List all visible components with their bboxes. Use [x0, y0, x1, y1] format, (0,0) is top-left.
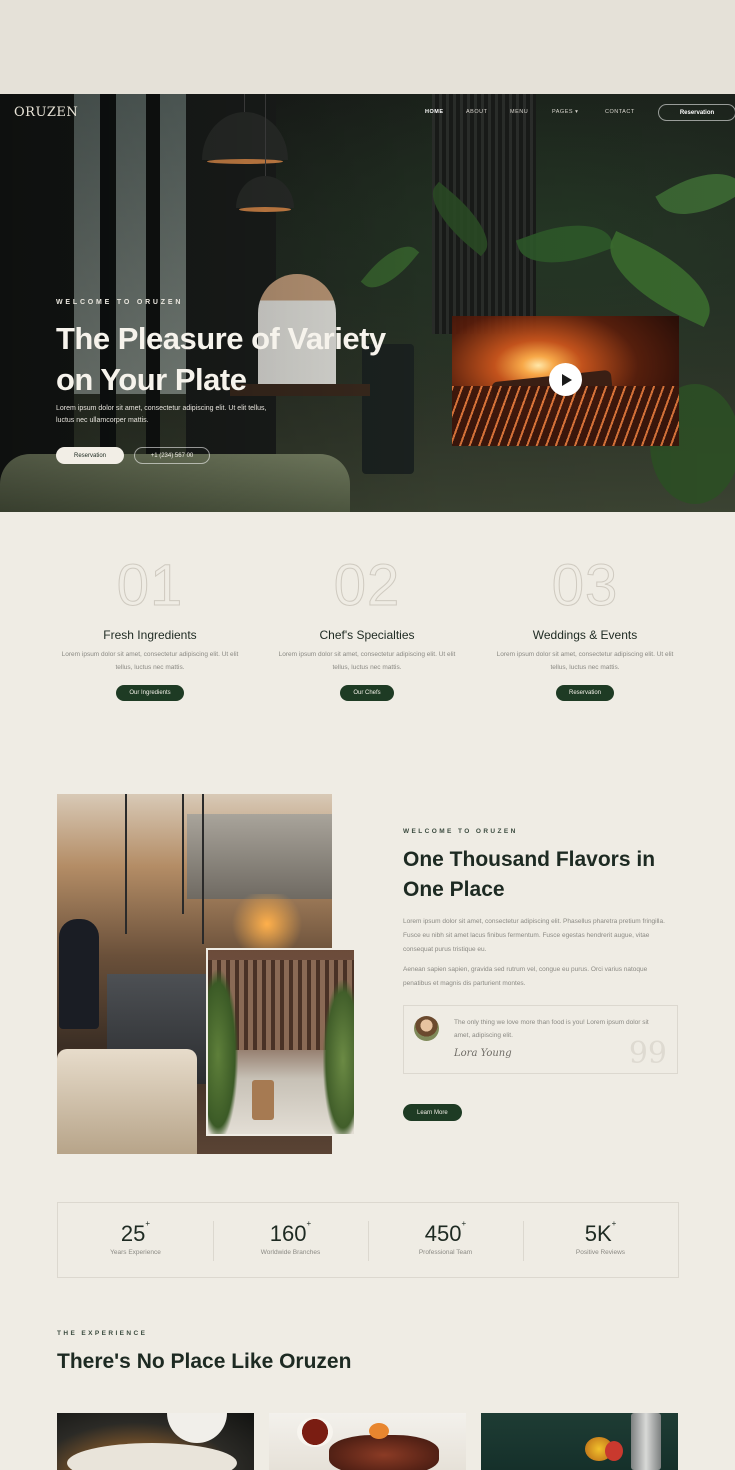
stat-item: 160+ Worldwide Branches [213, 1203, 368, 1277]
garnish [369, 1423, 389, 1439]
plate [67, 1443, 237, 1470]
stat-label: Years Experience [110, 1249, 161, 1256]
grilled-meat [329, 1435, 439, 1470]
stat-label: Worldwide Branches [260, 1249, 321, 1256]
video-thumbnail[interactable] [452, 316, 679, 446]
nav-item-about[interactable]: ABOUT [466, 109, 487, 115]
experience-card-photo[interactable] [57, 1413, 254, 1470]
hero-section: ORUZEN HOME ABOUT MENU PAGES ▾ CONTACT R… [0, 94, 735, 512]
feature-number: 02 [333, 553, 401, 618]
top-band [0, 0, 735, 94]
chair [252, 1080, 274, 1120]
about-paragraph: Aenean sapien sapien, gravida sed rutrum… [403, 966, 648, 987]
cocktail-shaker [631, 1413, 661, 1470]
fruit [605, 1441, 623, 1461]
experience-eyebrow: THE EXPERIENCE [57, 1330, 148, 1337]
feature-text: Lorem ipsum dolor sit amet, consectetur … [61, 651, 239, 671]
plant [323, 980, 354, 1134]
feature-title: Fresh Ingredients [103, 628, 197, 642]
feature-title: Chef's Specialties [319, 628, 415, 642]
about-title: One Thousand Flavors in One Place [403, 848, 656, 901]
nav-item-pages[interactable]: PAGES ▾ [552, 109, 578, 115]
learn-more-button[interactable]: Learn More [403, 1104, 462, 1121]
hero-title: The Pleasure of Variety on Your Plate [56, 321, 386, 397]
hero-phone-link[interactable]: +1 (234) 567 00 [134, 447, 210, 464]
feature-card: 03 Weddings & Events Lorem ipsum dolor s… [490, 553, 680, 701]
about-paragraph: Lorem ipsum dolor sit amet, consectetur … [403, 918, 665, 953]
feature-title: Weddings & Events [532, 628, 638, 642]
stat-value: 160+ [269, 1219, 312, 1246]
content-section: 01 Fresh Ingredients Lorem ipsum dolor s… [0, 512, 735, 1470]
table-linen [57, 1049, 197, 1154]
light-rod [125, 794, 127, 934]
kitchen-glow [227, 894, 307, 954]
nav-item-home[interactable]: HOME [425, 109, 444, 115]
stat-item: 5K+ Positive Reviews [523, 1203, 678, 1277]
light-rod [182, 794, 184, 914]
nav-reservation-button[interactable]: Reservation [658, 104, 735, 121]
play-icon [562, 373, 572, 386]
play-button[interactable] [549, 363, 582, 396]
stat-label: Positive Reviews [575, 1249, 626, 1256]
main-nav: ORUZEN HOME ABOUT MENU PAGES ▾ CONTACT R… [0, 94, 735, 132]
stat-item: 25+ Years Experience [58, 1203, 213, 1277]
hero-eyebrow: WELCOME TO ORUZEN [56, 299, 184, 306]
nav-item-contact[interactable]: CONTACT [605, 109, 635, 115]
waiter-sleeve [167, 1413, 227, 1443]
stat-value: 25+ [120, 1219, 151, 1246]
signature: Lora Young [454, 1048, 512, 1059]
about-eyebrow: WELCOME TO ORUZEN [403, 828, 518, 835]
feature-card: 01 Fresh Ingredients Lorem ipsum dolor s… [55, 553, 245, 701]
light-rod [202, 794, 204, 944]
plant [208, 970, 238, 1134]
hero-text: Lorem ipsum dolor sit amet, consectetur … [56, 405, 267, 424]
interior-photo [206, 948, 356, 1136]
testimonial-card: The only thing we love more than food is… [403, 1005, 678, 1074]
our-ingredients-button[interactable]: Our Ingredients [116, 685, 184, 701]
kitchen-hood [187, 814, 332, 899]
logo[interactable]: ORUZEN [14, 105, 78, 120]
quote-icon: 99 [628, 1036, 667, 1071]
our-chefs-button[interactable]: Our Chefs [340, 685, 394, 701]
stat-value: 450+ [424, 1219, 467, 1246]
feature-number: 01 [116, 553, 184, 618]
hero-reservation-button[interactable]: Reservation [56, 447, 124, 464]
about-block: WELCOME TO ORUZEN One Thousand Flavors i… [403, 828, 683, 1074]
nav-item-menu[interactable]: MENU [510, 109, 528, 115]
stat-item: 450+ Professional Team [368, 1203, 523, 1277]
stats-bar: 25+ Years Experience 160+ Worldwide Bran… [57, 1202, 679, 1278]
avatar [414, 1016, 439, 1041]
stat-value: 5K+ [584, 1219, 617, 1246]
experience-title: There's No Place Like Oruzen [57, 1350, 352, 1373]
feature-text: Lorem ipsum dolor sit amet, consectetur … [278, 651, 456, 671]
feature-text: Lorem ipsum dolor sit amet, consectetur … [496, 651, 674, 671]
experience-card-photo[interactable] [481, 1413, 678, 1470]
experience-card-photo[interactable] [269, 1413, 466, 1470]
feature-card: 02 Chef's Specialties Lorem ipsum dolor … [272, 553, 462, 701]
chef [59, 919, 99, 1029]
stat-label: Professional Team [418, 1249, 473, 1256]
sauce-bowl [297, 1417, 333, 1447]
feature-reservation-button[interactable]: Reservation [555, 685, 614, 701]
feature-number: 03 [551, 553, 619, 618]
